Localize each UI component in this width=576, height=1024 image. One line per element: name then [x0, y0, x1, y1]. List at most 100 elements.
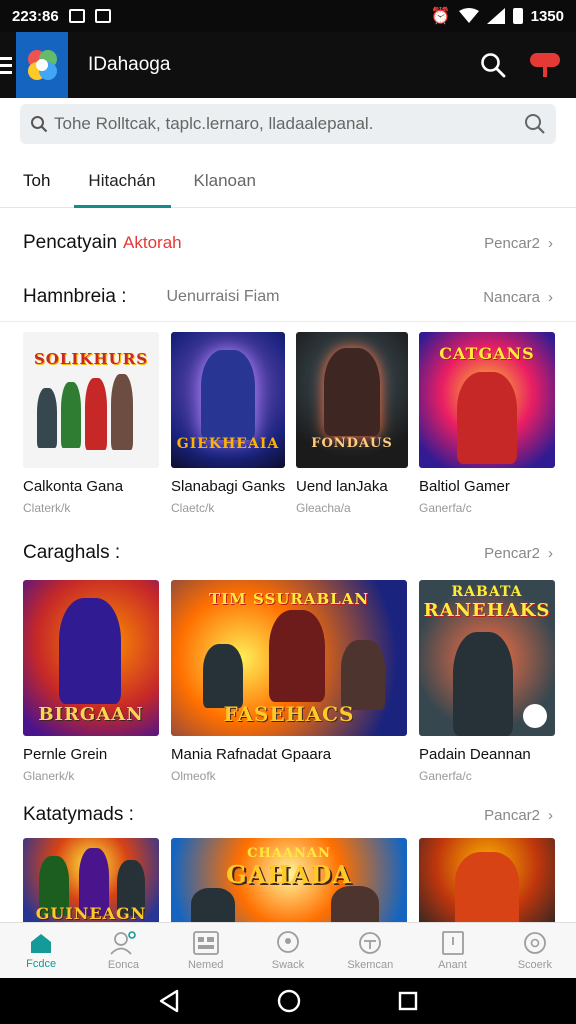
badge-icon [523, 704, 547, 728]
section-title: Pencatyain [23, 232, 118, 253]
game-card[interactable]: GUINEAGN [23, 838, 159, 922]
see-more-link[interactable]: Pencar2 › [484, 235, 553, 252]
tab-klanoan[interactable]: Klanoan [194, 154, 256, 208]
thumbnail-subtitle: TIM SSURABLAN [208, 590, 370, 608]
game-card[interactable]: GIEKHEAIA Slanabagi Ganks Claetc/k [171, 332, 285, 515]
nav-label: Fcdce [26, 957, 57, 970]
thumbnail-title: BIRGAAN [38, 704, 144, 725]
recents-icon[interactable] [398, 991, 418, 1011]
game-card[interactable]: CATGANS Baltiol Gamer Ganerfa/c [419, 332, 555, 515]
game-thumbnail: GUINEAGN [23, 838, 159, 922]
game-meta: Ganerfa/c [419, 501, 472, 515]
tab-hitachan[interactable]: Hitachán [88, 154, 155, 208]
game-thumbnail: FONDAUS [296, 332, 408, 468]
see-more-label: Pancar2 [484, 806, 540, 824]
game-card[interactable] [419, 838, 555, 922]
tab-label: Hitachán [88, 170, 156, 190]
back-icon[interactable] [158, 989, 180, 1013]
section-title: Hamnbreia : [23, 286, 127, 307]
divider [0, 321, 576, 322]
thumbnail-title: RANEHAKS [423, 600, 551, 621]
nav-label: Nemed [187, 958, 224, 971]
see-more-link[interactable]: Pencar2 › [484, 545, 553, 562]
game-card[interactable]: RABATA RANEHAKS Padain Deannan Ganerfa/c [419, 580, 555, 783]
nav-scan[interactable]: Skemcan [329, 923, 411, 978]
section-header: Pencatyain Aktorah Pencar2 › [0, 228, 576, 258]
thumbnail-subtitle: CHAANAN [247, 846, 331, 861]
nav-label: Swack [271, 958, 305, 971]
status-time: 223:86 [12, 7, 59, 25]
search-input[interactable]: Tohe Rolltcak, taplc.lernaro, lladaalepa… [20, 104, 556, 144]
game-thumbnail [419, 838, 555, 922]
app-bar: IDahaoga [0, 32, 576, 98]
battery-icon [512, 8, 523, 24]
section-header: Katatymads : Pancar2 › [0, 800, 576, 830]
thumbnail-title: SOLIKHURS [33, 350, 149, 368]
nav-library[interactable]: Nemed [165, 923, 247, 978]
search-submit-icon[interactable] [524, 113, 546, 135]
game-name: Uend lanJaka [296, 478, 388, 495]
section-title: Katatymads : [23, 804, 134, 825]
chevron-right-icon: › [548, 234, 553, 252]
see-more-label: Pencar2 [484, 544, 540, 562]
see-more-link[interactable]: Pancar2 › [484, 807, 553, 824]
notification-icon[interactable] [528, 51, 560, 79]
game-card[interactable]: SOLIKHURS Calkonta Gana Claterk/k [23, 332, 159, 515]
screen: 223:86 ⏰ 1350 IDahaoga Tohe Rolltcak, ta… [0, 0, 576, 1024]
document-icon [441, 930, 464, 955]
game-meta: Claetc/k [171, 501, 215, 515]
nav-label: Eonca [107, 958, 140, 971]
game-card[interactable]: CHAANAN GAHADA [171, 838, 407, 922]
game-thumbnail: CATGANS [419, 332, 555, 468]
chevron-right-icon: › [548, 806, 553, 824]
app-title: IDahaoga [88, 54, 171, 75]
nav-location[interactable]: Swack [247, 923, 329, 978]
game-card[interactable]: BIRGAAN Pernle Grein Glanerk/k [23, 580, 159, 783]
game-thumbnail: CHAANAN GAHADA [171, 838, 407, 922]
nav-profile[interactable]: Eonca [82, 923, 164, 978]
game-meta: Olmeofk [171, 769, 216, 783]
search-area: Tohe Rolltcak, taplc.lernaro, lladaalepa… [0, 98, 576, 154]
game-meta: Gleacha/a [296, 501, 351, 515]
main-content: Pencatyain Aktorah Pencar2 › Hamnbreia :… [0, 208, 576, 922]
thumbnail-title: FONDAUS [311, 436, 393, 451]
game-meta: Claterk/k [23, 501, 71, 515]
grid-icon [192, 930, 219, 955]
home-circle-icon[interactable] [277, 989, 301, 1013]
game-thumbnail: SOLIKHURS [23, 332, 159, 468]
game-name: Padain Deannan [419, 746, 531, 763]
search-icon[interactable] [480, 52, 506, 78]
game-thumbnail: GIEKHEAIA [171, 332, 285, 468]
see-more-link[interactable]: Nancara › [483, 289, 553, 306]
section-accent: Aktorah [123, 233, 182, 252]
thumbnail-title: GAHADA [226, 860, 352, 889]
game-card[interactable]: TIM SSURABLAN FASEHACS Mania Rafnadat Gp… [171, 580, 407, 783]
game-name: Mania Rafnadat Gpaara [171, 746, 332, 763]
thumbnail-title: GIEKHEAIA [176, 436, 280, 452]
status-clock: 1350 [530, 7, 564, 25]
wifi-icon [458, 8, 479, 23]
nav-account[interactable]: Anant [411, 923, 493, 978]
tab-label: Klanoan [193, 170, 256, 190]
game-thumbnail: RABATA RANEHAKS [419, 580, 555, 736]
thumbnail-title: GUINEAGN [35, 904, 147, 922]
tab-label: Toh [23, 170, 51, 190]
menu-icon[interactable] [0, 56, 14, 74]
search-placeholder: Tohe Rolltcak, taplc.lernaro, lladaalepa… [54, 114, 374, 133]
nav-settings[interactable]: Scoerk [494, 923, 576, 978]
nav-home[interactable]: Fcdce [0, 923, 82, 978]
game-thumbnail: BIRGAAN [23, 580, 159, 736]
app-logo [16, 32, 68, 98]
thumbnail-title: FASEHACS [223, 702, 355, 726]
alarm-icon: ⏰ [430, 8, 451, 25]
game-card[interactable]: FONDAUS Uend lanJaka Gleacha/a [296, 332, 408, 515]
status-bar: 223:86 ⏰ 1350 [0, 0, 576, 32]
tab-toh[interactable]: Toh [23, 154, 50, 208]
gallery-icon [68, 9, 85, 23]
signal-icon [486, 8, 505, 24]
bottom-navigation: Fcdce Eonca Nemed Swack Skemcan Anant Sc… [0, 922, 576, 978]
game-meta: Glanerk/k [23, 769, 75, 783]
chevron-right-icon: › [548, 544, 553, 562]
section-subtitle: Uenurraisi Fiam [166, 288, 280, 305]
see-more-label: Nancara [483, 288, 540, 306]
